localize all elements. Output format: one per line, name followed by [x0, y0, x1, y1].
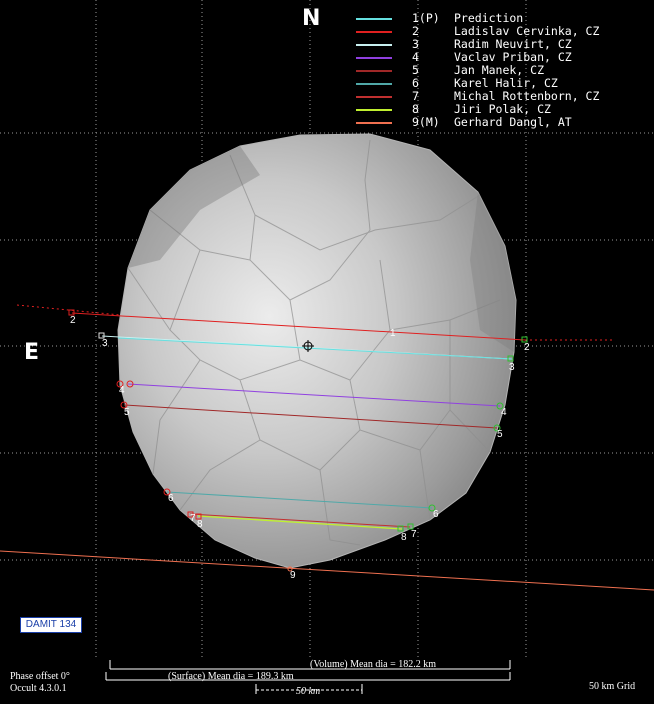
grid-scale: 50 km Grid	[589, 681, 636, 692]
chord-label-2a: 2	[70, 315, 76, 326]
chord-label-2b: 2	[524, 342, 530, 353]
legend-swatch	[356, 121, 392, 124]
legend-swatch	[356, 69, 392, 72]
chord-label-5a: 5	[124, 407, 130, 418]
asteroid-shape-model	[117, 133, 517, 569]
surface-mean-diameter: (Surface) Mean dia = 189.3 km	[168, 671, 294, 682]
scale-bar-label: 50 km	[296, 686, 320, 697]
chord-label-4b: 4	[501, 407, 507, 418]
chord-label-5b: 5	[497, 429, 503, 440]
north-label: N	[302, 6, 321, 31]
legend-swatch	[356, 30, 392, 33]
chord-label-9: 9	[290, 570, 296, 581]
chord-label-3b: 3	[509, 362, 515, 373]
legend-swatch	[356, 56, 392, 59]
legend-row: 9(M) Gerhard Dangl, AT	[356, 116, 599, 129]
damit-badge: DAMIT 134	[20, 617, 82, 633]
occult-version: Occult 4.3.0.1	[10, 683, 67, 694]
chord-label-8b: 8	[401, 532, 407, 543]
observer-legend: 1(P) Prediction 2 Ladislav Cervinka, CZ 3 Rad…	[356, 12, 599, 129]
east-label: E	[24, 340, 40, 365]
chord-label-8a: 8	[197, 519, 203, 530]
chord-label-4a: 4	[119, 385, 125, 396]
chord-label-3a: 3	[102, 338, 108, 349]
legend-observer-name: Gerhard Dangl, AT	[454, 115, 572, 129]
legend-swatch	[356, 17, 392, 20]
legend-number: 9(M)	[412, 115, 440, 129]
phase-offset: Phase offset 0°	[10, 671, 70, 682]
chord-label-6b: 6	[433, 509, 439, 520]
chord-label-7a: 7	[190, 513, 196, 524]
chord-label-7b: 7	[411, 529, 417, 540]
chord-label-6a: 6	[168, 493, 174, 504]
chord-label-1: 1	[390, 328, 396, 339]
legend-swatch	[356, 43, 392, 46]
legend-swatch	[356, 95, 392, 98]
legend-swatch	[356, 82, 392, 85]
volume-mean-diameter: (Volume) Mean dia = 182.2 km	[310, 659, 436, 670]
legend-swatch	[356, 108, 392, 111]
